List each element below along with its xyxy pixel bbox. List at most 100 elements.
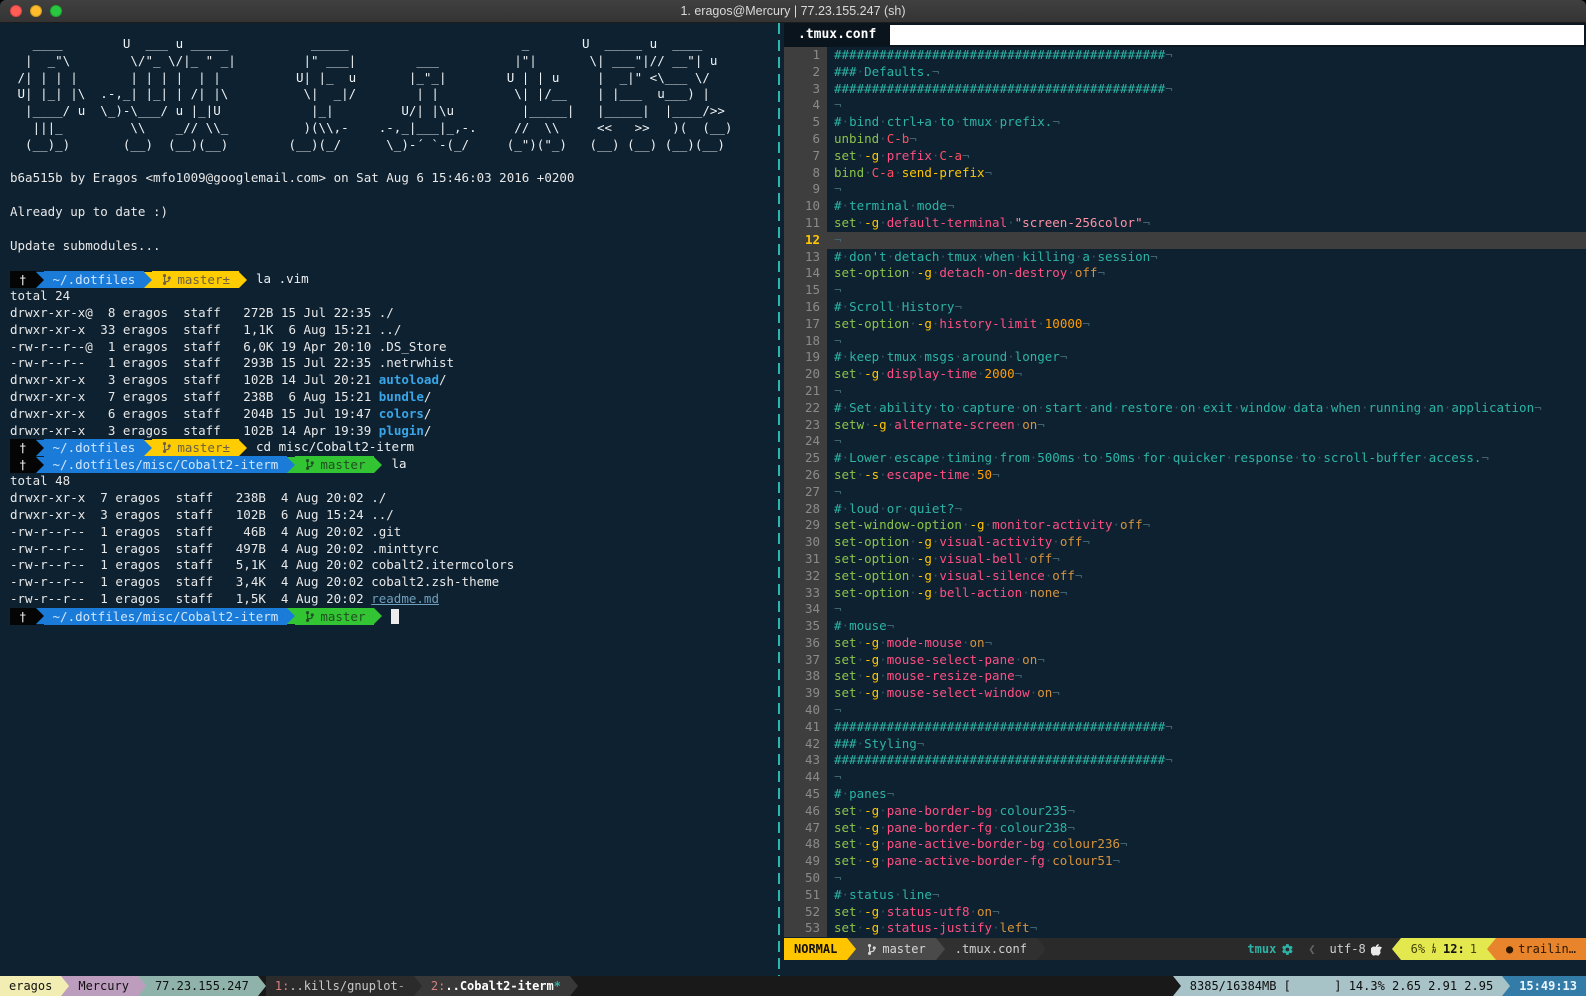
syntax-token: window — [1241, 400, 1286, 415]
syntax-token: set — [834, 366, 857, 381]
titlebar[interactable]: 1. eragos@Mercury | 77.23.155.247 (sh) — [0, 0, 1586, 23]
shell-pane[interactable]: ____ U ___ u _____ _____ _ U _____ u ___… — [0, 23, 774, 976]
syntax-token: terminal — [849, 198, 909, 213]
prompt-arrow-icon — [144, 440, 152, 456]
ls-row: drwxr-xr-x 7 eragos staff 238B 6 Aug 15:… — [10, 389, 774, 406]
prompt-arrow-icon — [287, 457, 295, 473]
eol-listchar: ¬ — [1075, 568, 1083, 583]
syntax-token: detach-on-destroy — [939, 265, 1067, 280]
syntax-token: ########################################… — [834, 719, 1165, 734]
eol-listchar: ¬ — [962, 148, 970, 163]
vim-buffer[interactable]: 1#######################################… — [784, 47, 1586, 938]
syntax-token: session — [1097, 249, 1150, 264]
line-number: 8 — [784, 165, 827, 182]
vim-tabline-fill — [890, 23, 1586, 47]
separator-arrow-icon — [570, 976, 578, 996]
space-listchar: · — [879, 349, 887, 364]
vim-code: ¬ — [827, 601, 1586, 618]
warning-dot-icon: ● — [1506, 938, 1513, 960]
vim-code: set·-s·escape-time·50¬ — [827, 467, 1586, 484]
vim-line: 10#·terminal·mode¬ — [784, 198, 1586, 215]
tmux-window-1[interactable]: 1:..kills/gnuplot- — [266, 976, 414, 996]
syntax-token: mode-mouse — [887, 635, 962, 650]
separator-arrow-icon — [1173, 976, 1181, 996]
line-number: 25 — [784, 450, 827, 467]
eol-listchar: ¬ — [834, 232, 842, 247]
terminal-blank-line — [10, 254, 774, 271]
vim-pane[interactable]: .tmux.conf 1############################… — [784, 23, 1586, 976]
line-number: 50 — [784, 870, 827, 887]
space-listchar: · — [909, 316, 917, 331]
pane-border[interactable] — [774, 23, 784, 976]
space-listchar: · — [879, 803, 887, 818]
syntax-token: -g — [917, 568, 932, 583]
vim-code: set-option·-g·visual-silence·off¬ — [827, 568, 1586, 585]
space-listchar: · — [879, 920, 887, 935]
space-listchar: · — [1112, 517, 1120, 532]
zoom-button[interactable] — [50, 5, 62, 17]
space-listchar: · — [857, 148, 865, 163]
syntax-token: set — [834, 652, 857, 667]
line-number: 35 — [784, 618, 827, 635]
syntax-token: data — [1293, 400, 1323, 415]
terminal-cursor[interactable] — [391, 609, 399, 624]
vim-code: ¬ — [827, 232, 1586, 249]
space-listchar: · — [879, 652, 887, 667]
ls-row-meta: drwxr-xr-x 3 eragos staff 102B 14 Apr 19… — [10, 423, 379, 438]
syntax-token: C-b — [887, 131, 910, 146]
session-ip: 77.23.155.247 — [146, 976, 258, 996]
clock-segment: 15:49:13 — [1510, 976, 1586, 996]
syntax-token: -g — [864, 803, 879, 818]
syntax-token: # — [834, 249, 842, 264]
window-name: ..Cobalt2-iterm — [445, 976, 553, 996]
line-number: 7 — [784, 148, 827, 165]
space-listchar: · — [857, 685, 865, 700]
eol-listchar: ¬ — [834, 601, 842, 616]
syntax-token: and — [1090, 400, 1113, 415]
syntax-token: keep — [849, 349, 879, 364]
syntax-token: panes — [849, 786, 887, 801]
vim-tab-active[interactable]: .tmux.conf — [784, 23, 890, 47]
line-number: 15 — [784, 282, 827, 299]
syntax-token: pane-border-bg — [887, 803, 992, 818]
vim-line: 48set·-g·pane-active-border-bg·colour236… — [784, 836, 1586, 853]
file-name: plugin — [379, 423, 424, 438]
space-listchar: · — [1037, 400, 1045, 415]
line-number: 4 — [784, 97, 827, 114]
vim-line: 19#·keep·tmux·msgs·around·longer¬ — [784, 349, 1586, 366]
session-user: eragos — [0, 976, 61, 996]
syntax-token: left — [1000, 920, 1030, 935]
syntax-token: colour236 — [1052, 836, 1120, 851]
syntax-token: 10000 — [1045, 316, 1083, 331]
tmux-window-2-current[interactable]: 2:..Cobalt2-iterm* — [422, 976, 570, 996]
syntax-token: on — [970, 635, 985, 650]
traffic-lights — [10, 5, 62, 17]
line-number: 43 — [784, 752, 827, 769]
syntax-token: # — [834, 618, 842, 633]
eol-listchar: ¬ — [954, 299, 962, 314]
syntax-token: monitor-activity — [992, 517, 1112, 532]
prompt-arrow-icon — [239, 440, 247, 456]
line-number: 32 — [784, 568, 827, 585]
vim-code: set·-g·pane-border-bg·colour235¬ — [827, 803, 1586, 820]
file-name[interactable]: readme.md — [371, 591, 439, 606]
space-listchar: · — [879, 668, 887, 683]
space-listchar: · — [954, 114, 962, 129]
window-title: 1. eragos@Mercury | 77.23.155.247 (sh) — [680, 4, 905, 18]
minimize-button[interactable] — [30, 5, 42, 17]
syntax-token: prefix — [887, 148, 932, 163]
vim-mode-indicator: NORMAL — [784, 938, 847, 960]
space-listchar: · — [857, 803, 865, 818]
space-listchar: · — [992, 803, 1000, 818]
syntax-token: -g — [864, 148, 879, 163]
space-listchar: · — [879, 467, 887, 482]
terminal-window: 1. eragos@Mercury | 77.23.155.247 (sh) _… — [0, 0, 1586, 996]
prompt-segment: master — [295, 608, 374, 625]
close-button[interactable] — [10, 5, 22, 17]
line-number: 34 — [784, 601, 827, 618]
syntax-token: unbind — [834, 131, 879, 146]
ls-row: -rw-r--r--@ 1 eragos staff 6,0K 19 Apr 2… — [10, 339, 774, 356]
syntax-token: -g — [864, 215, 879, 230]
eol-listchar: ¬ — [1082, 534, 1090, 549]
space-listchar: · — [992, 450, 1000, 465]
